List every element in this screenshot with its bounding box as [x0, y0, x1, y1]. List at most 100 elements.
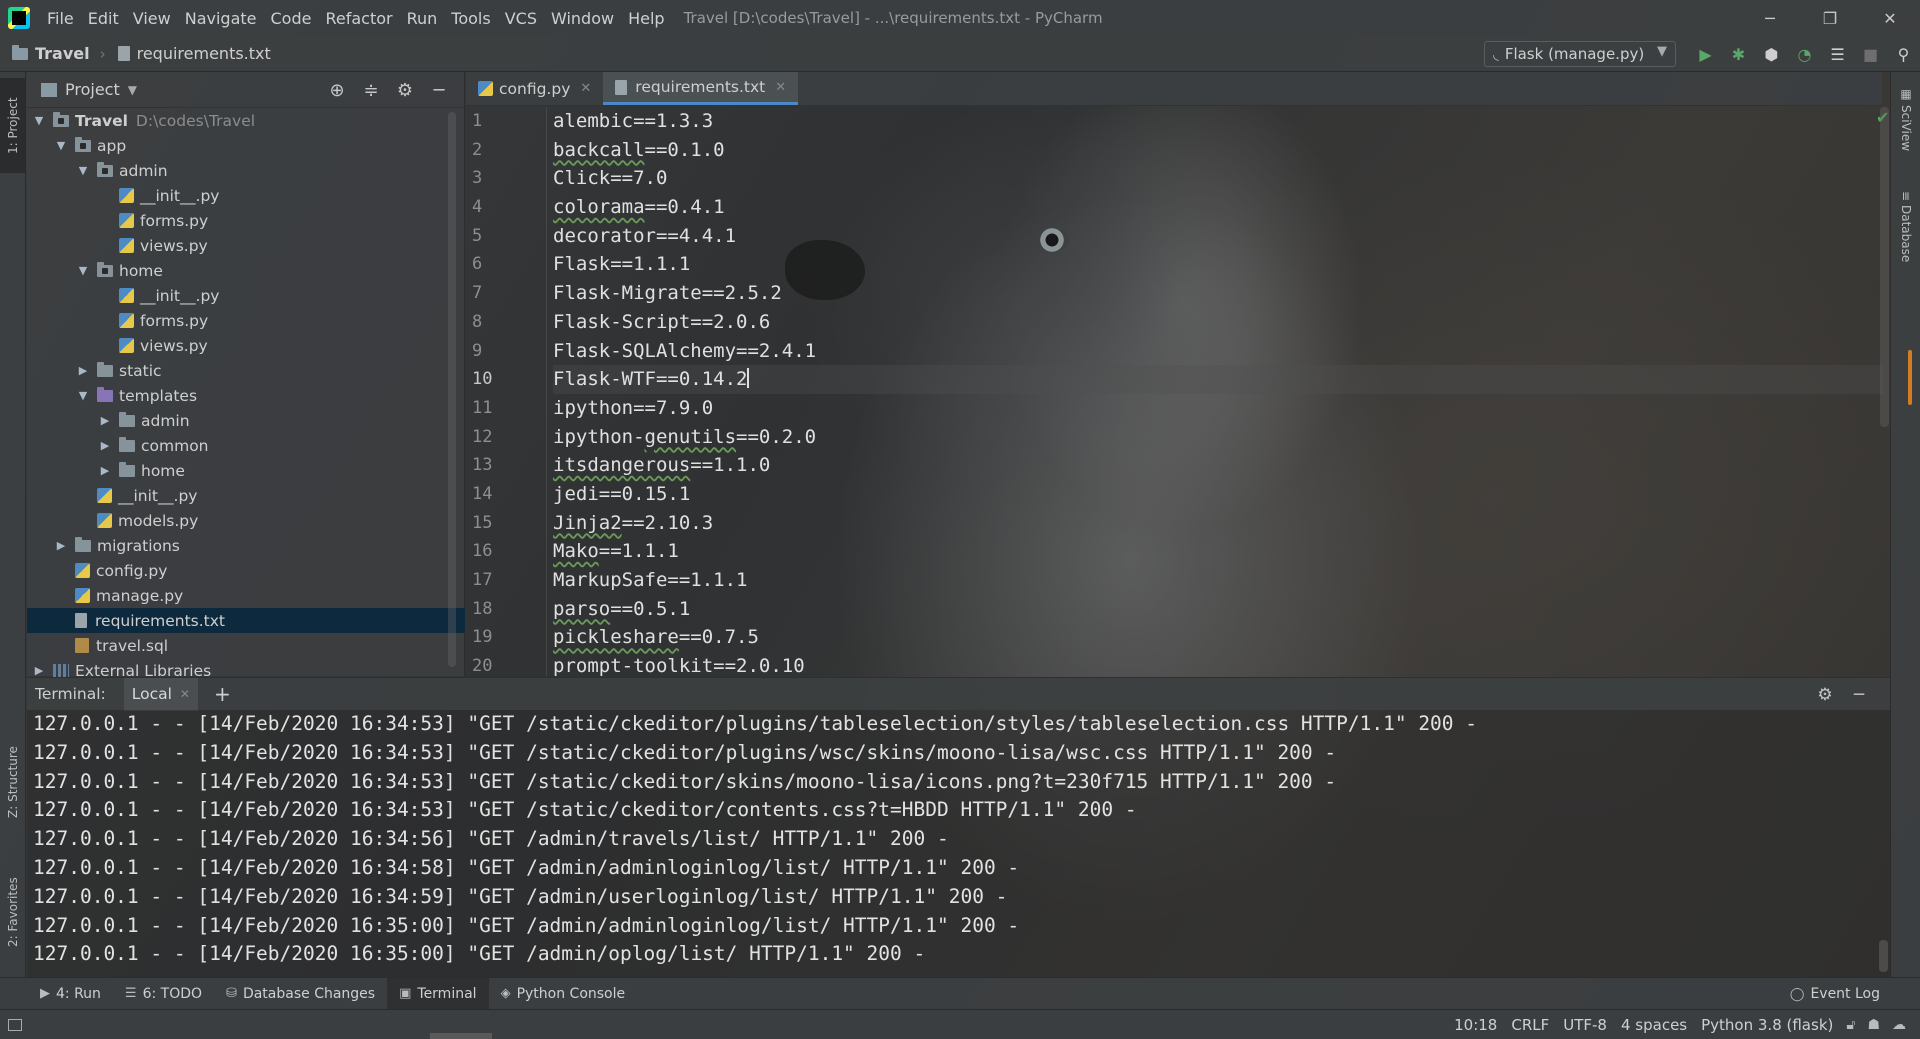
lock-icon[interactable]: 🔓︎ [1840, 1017, 1861, 1033]
terminal-scrollbar[interactable] [1879, 940, 1888, 972]
code-line[interactable]: ipython==7.9.0 [553, 394, 1883, 423]
chevron-right-icon[interactable]: ▶ [77, 364, 89, 377]
menu-vcs[interactable]: VCS [498, 9, 544, 28]
project-tree-scrollbar[interactable] [448, 112, 456, 667]
profile-icon[interactable]: ◔ [1788, 36, 1821, 72]
line-number[interactable]: 12 [466, 423, 546, 452]
tree-item[interactable]: ▼ app [27, 133, 465, 158]
hide-panel-icon[interactable]: ─ [1842, 685, 1876, 705]
caret-position[interactable]: 10:18 [1447, 1016, 1504, 1034]
line-number[interactable]: 4 [466, 193, 546, 222]
line-number[interactable]: 13 [466, 451, 546, 480]
code-line[interactable]: Flask-Script==2.0.6 [553, 308, 1883, 337]
tree-item[interactable]: ▶views.py [27, 233, 465, 258]
new-terminal-icon[interactable]: + [214, 682, 231, 706]
tab-config-py[interactable]: config.py ✕ [466, 72, 603, 105]
line-number[interactable]: 6 [466, 250, 546, 279]
terminal-toolwindow-button[interactable]: ▣ Terminal [387, 977, 489, 1010]
code-line[interactable]: backcall==0.1.0 [553, 136, 1883, 165]
tree-item[interactable]: ▶ common [27, 433, 465, 458]
breadcrumb-project[interactable]: Travel [12, 44, 90, 63]
concurrency-icon[interactable]: ☰ [1821, 36, 1854, 72]
line-number[interactable]: 9 [466, 337, 546, 366]
toggle-tool-windows-icon[interactable] [8, 1018, 22, 1031]
line-number[interactable]: 8 [466, 308, 546, 337]
tree-item[interactable]: ▶ static [27, 358, 465, 383]
chevron-right-icon[interactable]: ▶ [55, 539, 67, 552]
menu-file[interactable]: File [40, 9, 81, 28]
tree-item[interactable]: ▶requirements.txt [27, 608, 465, 633]
code-line[interactable]: decorator==4.4.1 [553, 222, 1883, 251]
menu-code[interactable]: Code [264, 9, 319, 28]
tab-requirements-txt[interactable]: requirements.txt ✕ [603, 72, 799, 105]
tree-item[interactable]: ▶ admin [27, 408, 465, 433]
chevron-down-icon[interactable]: ▼ [77, 164, 89, 177]
search-icon[interactable]: ⚲ [1887, 36, 1920, 72]
notifications-icon[interactable]: ☁ [1886, 1017, 1912, 1033]
code-line[interactable]: itsdangerous==1.1.0 [553, 451, 1883, 480]
code-line[interactable]: MarkupSafe==1.1.1 [553, 566, 1883, 595]
code-line[interactable]: Flask==1.1.1 [553, 250, 1883, 279]
collapse-all-icon[interactable]: ≑ [354, 80, 388, 101]
menu-navigate[interactable]: Navigate [178, 9, 264, 28]
tree-item[interactable]: ▼ Travel D:\codes\Travel [27, 108, 465, 133]
line-number[interactable]: 19 [466, 623, 546, 652]
code-line[interactable]: Flask-WTF==0.14.2 [553, 365, 1883, 394]
todo-toolwindow-button[interactable]: ☰ 6: TODO [113, 978, 214, 1010]
code-line[interactable]: parso==0.5.1 [553, 595, 1883, 624]
chevron-right-icon[interactable]: ▶ [99, 414, 111, 427]
code-line[interactable]: colorama==0.4.1 [553, 193, 1883, 222]
indent-setting[interactable]: 4 spaces [1614, 1016, 1694, 1034]
tab-database-toolwindow[interactable]: ≡ Database [1891, 177, 1920, 277]
menu-edit[interactable]: Edit [81, 9, 126, 28]
code-line[interactable]: Mako==1.1.1 [553, 537, 1883, 566]
code-line[interactable]: Flask-Migrate==2.5.2 [553, 279, 1883, 308]
terminal-tab-local[interactable]: Local ✕ [123, 677, 198, 711]
restore-button[interactable]: ❐ [1800, 0, 1860, 36]
line-number[interactable]: 16 [466, 537, 546, 566]
line-number[interactable]: 15 [466, 509, 546, 538]
error-stripe-marker[interactable] [1908, 350, 1912, 405]
line-number[interactable]: 5 [466, 222, 546, 251]
tree-item[interactable]: ▶models.py [27, 508, 465, 533]
locate-file-icon[interactable]: ⊕ [320, 80, 354, 101]
line-number[interactable]: 14 [466, 480, 546, 509]
line-number[interactable]: 10 [466, 365, 546, 394]
tab-structure-toolwindow[interactable]: Z: Structure [0, 732, 26, 832]
terminal-output[interactable]: 127.0.0.1 - - [14/Feb/2020 16:34:53] "GE… [27, 710, 1890, 977]
minimize-button[interactable]: ─ [1740, 0, 1800, 36]
line-number[interactable]: 2 [466, 136, 546, 165]
code-line[interactable]: jedi==0.15.1 [553, 480, 1883, 509]
coverage-icon[interactable]: ⬢ [1755, 36, 1788, 72]
chevron-right-icon[interactable]: ▶ [33, 664, 45, 677]
line-number[interactable]: 18 [466, 595, 546, 624]
menu-run[interactable]: Run [400, 9, 445, 28]
tab-favorites-toolwindow[interactable]: 2: Favorites [0, 862, 26, 962]
code-line[interactable]: Click==7.0 [553, 164, 1883, 193]
python-console-button[interactable]: ◈ Python Console [489, 978, 638, 1010]
code-line[interactable]: alembic==1.3.3 [553, 107, 1883, 136]
menu-refactor[interactable]: Refactor [318, 9, 399, 28]
code-line[interactable]: prompt-toolkit==2.0.10 [553, 652, 1883, 676]
breadcrumb-file[interactable]: requirements.txt [117, 44, 271, 63]
code-editor[interactable]: alembic==1.3.3 backcall==0.1.0 Click==7.0 c… [553, 107, 1883, 676]
stop-icon[interactable]: ■ [1854, 36, 1887, 72]
chevron-down-icon[interactable]: ▼ [128, 83, 137, 97]
tree-item[interactable]: ▶__init__.py [27, 283, 465, 308]
close-icon[interactable]: ✕ [180, 687, 190, 701]
debug-icon[interactable]: ✱ [1722, 36, 1755, 72]
line-number[interactable]: 11 [466, 394, 546, 423]
tree-item[interactable]: ▼ home [27, 258, 465, 283]
code-line[interactable]: ipython-genutils==0.2.0 [553, 423, 1883, 452]
code-line[interactable]: Flask-SQLAlchemy==2.4.1 [553, 337, 1883, 366]
menu-view[interactable]: View [126, 9, 178, 28]
chevron-right-icon[interactable]: ▶ [99, 464, 111, 477]
tree-item[interactable]: ▶__init__.py [27, 483, 465, 508]
run-configuration-select[interactable]: ◟ Flask (manage.py) ▼ [1484, 41, 1676, 67]
event-log-button[interactable]: ◯ Event Log [1790, 978, 1880, 1010]
chevron-right-icon[interactable]: ▶ [99, 439, 111, 452]
menu-help[interactable]: Help [621, 9, 671, 28]
code-line[interactable]: Jinja2==2.10.3 [553, 509, 1883, 538]
hide-panel-icon[interactable]: ─ [422, 80, 456, 101]
chevron-down-icon[interactable]: ▼ [55, 139, 67, 152]
